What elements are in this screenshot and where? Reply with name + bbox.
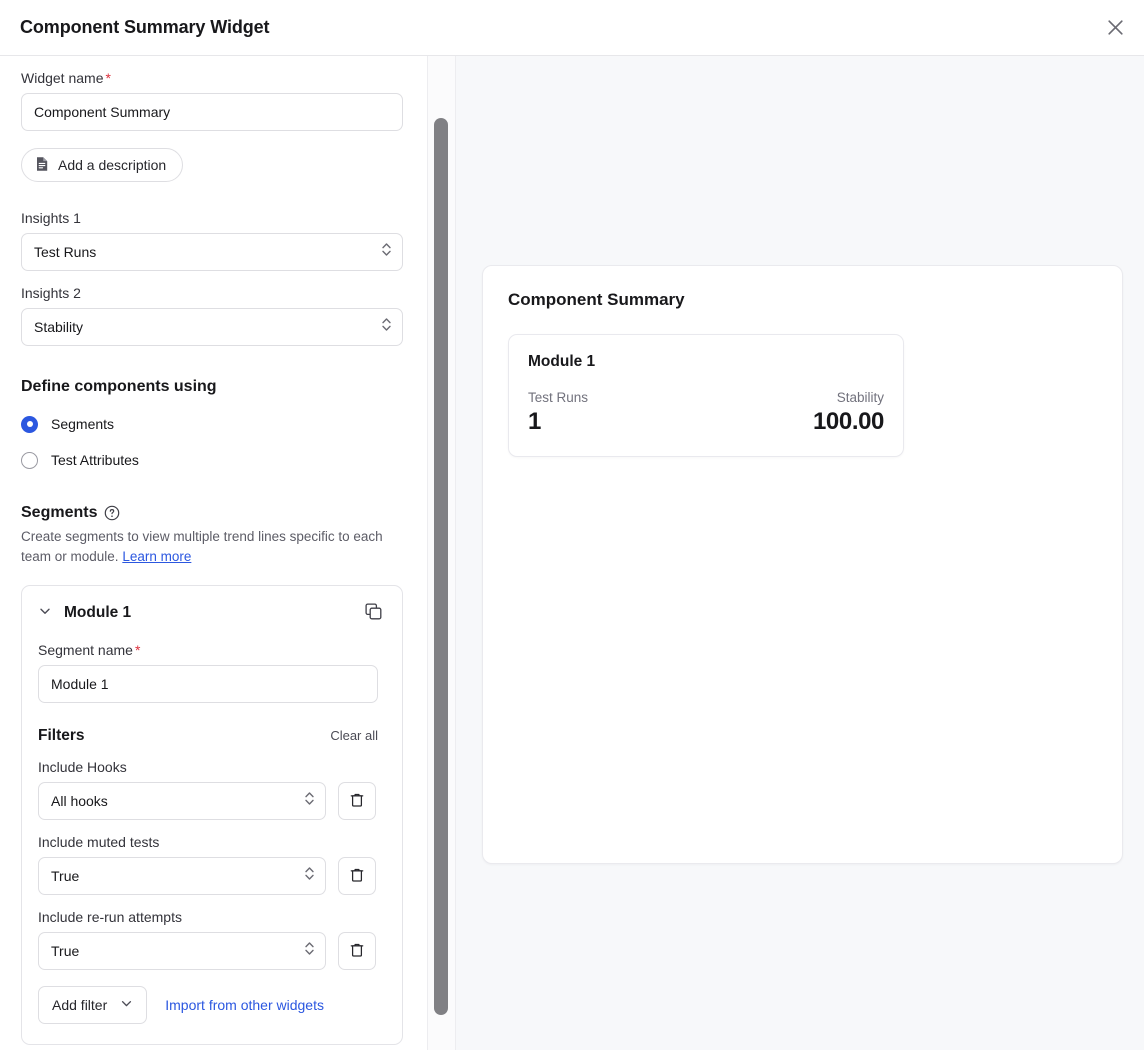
preview-metrics-row: Test Runs 1 Stability 100.00 [528,390,884,436]
widget-name-label-text: Widget name [21,70,103,86]
insights-1-label: Insights 1 [21,210,401,226]
learn-more-link[interactable]: Learn more [122,549,191,564]
segment-name-label-text: Segment name [38,642,133,658]
insights-2-select-wrap: Stability [21,308,403,346]
insights-2-label: Insights 2 [21,285,401,301]
segments-description-text: Create segments to view multiple trend l… [21,529,383,564]
filter-value: True [51,943,79,959]
form-scrollbar-track[interactable] [428,56,456,1050]
widget-form-panel: Widget name* Add a description Insi [0,56,428,1050]
modal-body: Widget name* Add a description Insi [0,56,1144,1050]
radio-label-test-attributes: Test Attributes [51,452,139,468]
add-filter-button[interactable]: Add filter [38,986,147,1024]
add-description-button[interactable]: Add a description [21,148,183,182]
preview-card: Component Summary Module 1 Test Runs 1 S… [482,265,1123,864]
segment-name-label: Segment name* [38,642,386,658]
chevron-down-icon [120,997,133,1013]
radio-option-segments[interactable]: Segments [21,410,401,438]
form-scrollbar-thumb[interactable] [434,118,448,1015]
filter-select-wrap: All hooks [38,782,326,820]
required-asterisk: * [105,70,110,86]
insights-2-select[interactable]: Stability [21,308,403,346]
widget-name-input[interactable] [21,93,403,131]
insights-1-select-wrap: Test Runs [21,233,403,271]
preview-component-name: Module 1 [528,353,884,371]
segment-card-header: Module 1 [38,600,386,626]
delete-filter-button-include-rerun-attempts[interactable] [338,932,376,970]
insights-1-value: Test Runs [34,244,96,260]
filter-label: Include Hooks [38,759,386,775]
preview-metric-test-runs: Test Runs 1 [528,390,588,436]
segment-card-title: Module 1 [64,604,131,622]
insights-1-select[interactable]: Test Runs [21,233,403,271]
segments-description: Create segments to view multiple trend l… [21,527,397,567]
delete-filter-button-include-muted-tests[interactable] [338,857,376,895]
duplicate-segment-button[interactable] [360,600,386,626]
segment-name-input[interactable] [38,665,378,703]
page-title: Component Summary Widget [20,17,269,38]
segments-title: Segments [21,504,97,522]
radio-option-test-attributes[interactable]: Test Attributes [21,446,401,474]
segments-heading-row: Segments [21,504,401,522]
filter-value: True [51,868,79,884]
filter-include-muted-tests: Include muted tests True [38,834,386,895]
preview-component-card: Module 1 Test Runs 1 Stability 100.00 [508,334,904,457]
required-asterisk: * [135,642,140,658]
import-from-other-widgets-link[interactable]: Import from other widgets [165,997,324,1013]
preview-metric-label: Test Runs [528,390,588,405]
preview-metric-stability: Stability 100.00 [813,390,884,436]
define-components-title: Define components using [21,378,401,396]
filter-select-wrap: True [38,932,326,970]
chevron-down-icon[interactable] [38,604,52,623]
delete-filter-button-include-hooks[interactable] [338,782,376,820]
preview-title: Component Summary [508,290,1097,310]
close-button[interactable] [1100,13,1130,43]
help-circle-icon[interactable] [104,505,120,521]
filter-label: Include re-run attempts [38,909,386,925]
preview-metric-value: 100.00 [813,408,884,436]
filter-include-rerun-attempts: Include re-run attempts True [38,909,386,970]
segment-card: Module 1 Segment name* [21,585,403,1045]
insights-2-value: Stability [34,319,83,335]
filter-select-include-hooks[interactable]: All hooks [38,782,326,820]
widget-name-label: Widget name* [21,70,401,86]
filter-value: All hooks [51,793,108,809]
preview-metric-value: 1 [528,408,588,436]
trash-icon [349,792,365,811]
filter-select-wrap: True [38,857,326,895]
radio-icon-unselected [21,452,38,469]
trash-icon [349,942,365,961]
filters-title: Filters [38,727,85,745]
modal-header: Component Summary Widget [0,0,1144,56]
filter-label: Include muted tests [38,834,386,850]
preview-metric-label: Stability [837,390,884,405]
add-filter-label: Add filter [52,997,107,1013]
filters-header: Filters Clear all [38,727,378,745]
document-icon [35,156,49,175]
filter-include-hooks: Include Hooks All hooks [38,759,386,820]
clear-all-button[interactable]: Clear all [330,728,378,743]
radio-label-segments: Segments [51,416,114,432]
widget-preview-panel: Component Summary Module 1 Test Runs 1 S… [456,56,1144,1050]
filter-actions: Add filter Import from other widgets [38,986,386,1024]
radio-icon-selected [21,416,38,433]
add-description-label: Add a description [58,157,166,173]
close-icon [1107,19,1124,36]
filter-select-include-rerun-attempts[interactable]: True [38,932,326,970]
copy-icon [365,603,382,623]
component-summary-widget-modal: Component Summary Widget Widget name* [0,0,1144,1050]
filter-select-include-muted-tests[interactable]: True [38,857,326,895]
trash-icon [349,867,365,886]
